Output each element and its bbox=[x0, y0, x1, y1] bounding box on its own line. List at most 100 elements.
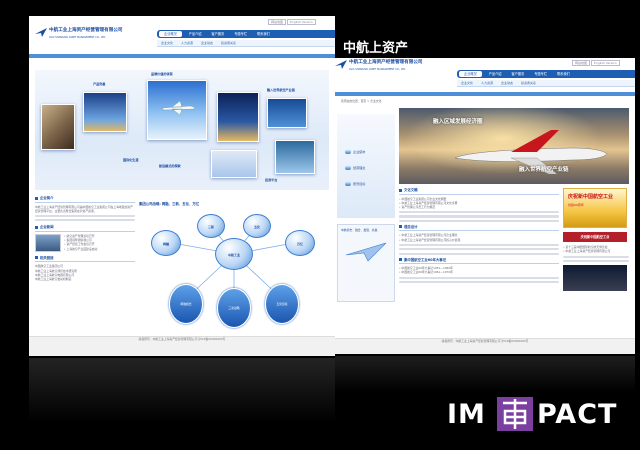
sitemap-link[interactable]: 网站地图 bbox=[268, 19, 287, 25]
company-intro-text: 中航工业上海资产经营管理有限公司是中国航空工业集团公司在上海地区的资产经营管理平… bbox=[35, 204, 133, 213]
logo-en-text: AVIC SHANGHAI ASSET MANAGEMENT CO., LTD. bbox=[349, 68, 406, 71]
subnav-culture[interactable]: 企业文化 bbox=[457, 80, 477, 87]
section-title: 集中国航空工业60年大事记 bbox=[404, 257, 447, 262]
ad-bar[interactable]: 庆祝新中国航空工业 bbox=[563, 232, 627, 242]
section-line[interactable]: • 中航工业上海资产经营管理有限公司核心价值观 bbox=[399, 238, 559, 242]
banner-label-1: 产品完善 bbox=[93, 82, 106, 86]
project-caption: 中航上资产 bbox=[343, 41, 409, 56]
anniversary-ad[interactable]: 庆祝新中国航空工业 创建60周年 bbox=[563, 188, 627, 228]
banner-tile-night bbox=[217, 92, 259, 142]
banner-tile-bridge bbox=[275, 140, 315, 174]
nav-item-contact[interactable]: 联系我们 bbox=[552, 70, 575, 78]
ad-subtitle: 创建60周年 bbox=[568, 203, 584, 207]
news-thumbnail[interactable] bbox=[35, 233, 61, 252]
banner-tile-port bbox=[267, 98, 307, 128]
hero-banner: 产品完善 品牌价值的体现 国际化生涯 融入世界航空产业链 航运模式的探索 投资平… bbox=[35, 70, 329, 190]
nav-item-overview[interactable]: 企业概况 bbox=[459, 71, 482, 77]
side-menu-item[interactable]: 经营理念 bbox=[345, 166, 365, 171]
section-line[interactable]: • 中国航空工业60年大事记1961—1970年 bbox=[399, 270, 559, 274]
bullet-icon bbox=[345, 166, 351, 170]
ad-title: 庆祝新中国航空工业 bbox=[568, 194, 614, 200]
diagram-center: 中航工业 bbox=[215, 238, 253, 270]
diagram-oval: 五化目标 bbox=[265, 284, 299, 324]
right-column: 庆祝新中国航空工业 创建60周年 庆祝新中国航空工业 • 第十三届中国国际航空航… bbox=[563, 188, 629, 291]
english-link[interactable]: English Version bbox=[287, 19, 316, 25]
brand-left-text: IM bbox=[447, 399, 486, 430]
subnav-hr[interactable]: 人力资源 bbox=[177, 40, 197, 47]
top-links: 网站地图 English Version bbox=[571, 60, 620, 66]
sub-nav: 企业文化 人力资源 企业动态 投资者关系 bbox=[157, 40, 335, 47]
homepage-mockup: 中航工业上海资产经营管理有限公司 AVIC SHANGHAI ASSET MAN… bbox=[29, 16, 335, 356]
diagram-oval: 两融模式 bbox=[169, 284, 203, 324]
site-logo[interactable]: 中航工业上海资产经营管理有限公司 AVIC SHANGHAI ASSET MAN… bbox=[35, 26, 163, 50]
right-reflection bbox=[335, 356, 635, 392]
side-menu-item[interactable]: 愿景目标 bbox=[345, 182, 365, 187]
inner-page-mockup: 中航工业上海资产经营管理有限公司 AVIC SHANGHAI ASSET MAN… bbox=[335, 58, 635, 354]
video-thumbnail[interactable] bbox=[563, 264, 627, 291]
news-block: • 航空资产管理论坛召开 • 集团领导视察我公司 • 资产经营工作会议召开 • … bbox=[35, 233, 135, 252]
bullet-icon bbox=[345, 150, 351, 154]
diagram-node: 万亿 bbox=[285, 230, 315, 256]
culture-banner: 融入区域发展经济圈 融入世界航空产业链 bbox=[399, 108, 629, 184]
subnav-investors[interactable]: 投资者关系 bbox=[517, 80, 540, 87]
banner-label-6: 投资平台 bbox=[265, 178, 278, 182]
nav-item-service[interactable]: 客户服务 bbox=[207, 30, 230, 38]
right-link[interactable]: • 中航工业上海资产经营管理有限公司 bbox=[563, 249, 629, 253]
banner-label-2: 品牌价值的体现 bbox=[151, 72, 173, 76]
company-intro-title: 企业简介 bbox=[40, 196, 54, 200]
news-title: 企业新闻 bbox=[40, 225, 54, 230]
airplane-icon bbox=[161, 101, 195, 115]
main-nav: 企业概况 产品介绍 客户服务 专题专栏 联系我们 bbox=[457, 70, 635, 78]
sitemap-link[interactable]: 网站地图 bbox=[572, 60, 591, 66]
section-line[interactable]: • 资产管理公司员工行为规范 bbox=[399, 205, 559, 209]
impact-logo: IM PACT bbox=[447, 395, 627, 435]
subnav-investors[interactable]: 投资者关系 bbox=[217, 40, 240, 47]
banner-label-4: 融入世界航空产业链 bbox=[267, 88, 295, 92]
section-title: 理念设计 bbox=[404, 224, 418, 229]
brand-mark-icon bbox=[497, 397, 533, 431]
subnav-news[interactable]: 企业动态 bbox=[197, 40, 217, 47]
nav-item-products[interactable]: 产品介绍 bbox=[484, 70, 507, 78]
header-band bbox=[29, 54, 335, 58]
side-card-text: 中航标志：融合、发展、共赢 bbox=[341, 228, 378, 232]
plane-logo-icon bbox=[35, 28, 47, 37]
content-column: 文化文稿 • 中国航空工业集团公司企业文化纲要 • 中航工业上海资产经营管理有限… bbox=[399, 188, 559, 285]
subnav-hr[interactable]: 人力资源 bbox=[477, 80, 497, 87]
banner-text-2: 融入世界航空产业链 bbox=[519, 167, 569, 173]
nav-item-products[interactable]: 产品介绍 bbox=[184, 30, 207, 38]
banner-text-1: 融入区域发展经济圈 bbox=[433, 119, 483, 125]
plane-logo-icon bbox=[335, 60, 347, 69]
related-link[interactable]: 中航工业上海航空发动机制造 bbox=[35, 277, 135, 281]
bullet-icon bbox=[345, 182, 351, 186]
diagram-node: 三新 bbox=[197, 214, 225, 238]
side-card: 中航标志：融合、发展、共赢 bbox=[337, 224, 395, 302]
english-link[interactable]: English Version bbox=[591, 60, 620, 66]
side-menu-item[interactable]: 企业使命 bbox=[345, 150, 365, 155]
breadcrumb: 您现在的位置：首页 > 企业文化 bbox=[341, 99, 382, 103]
diagram-node: 五化 bbox=[243, 214, 271, 238]
diagram-node: 两融 bbox=[151, 230, 181, 256]
left-footer-text: 版权所有：中航工业上海资产经营管理有限公司 沪ICP备05000000号 bbox=[138, 337, 226, 341]
nav-item-contact[interactable]: 联系我们 bbox=[252, 30, 275, 38]
banner-label-3: 国际化生涯 bbox=[123, 158, 139, 162]
left-footer: 版权所有：中航工业上海资产经营管理有限公司 沪ICP备05000000号 bbox=[29, 336, 335, 356]
header-band bbox=[335, 92, 635, 96]
nav-item-service[interactable]: 客户服务 bbox=[507, 70, 530, 78]
section-title: 文化文稿 bbox=[404, 188, 418, 192]
subnav-culture[interactable]: 企业文化 bbox=[157, 40, 177, 47]
right-footer-text: 版权所有：中航工业上海资产经营管理有限公司 沪ICP备05000000号 bbox=[441, 339, 529, 343]
banner-tile-staff bbox=[41, 104, 75, 150]
brand-right-text: PACT bbox=[537, 399, 618, 430]
right-footer: 版权所有：中航工业上海资产经营管理有限公司 沪ICP备05000000号 bbox=[335, 338, 635, 354]
side-menu: 企业使命 经营理念 愿景目标 bbox=[337, 114, 395, 218]
nav-item-topics[interactable]: 专题专栏 bbox=[529, 70, 552, 78]
logo-en-text: AVIC SHANGHAI ASSET MANAGEMENT CO., LTD. bbox=[49, 36, 106, 39]
top-links: 网站地图 English Version bbox=[267, 19, 316, 25]
nav-item-overview[interactable]: 企业概况 bbox=[159, 31, 182, 37]
subnav-news[interactable]: 企业动态 bbox=[497, 80, 517, 87]
banner-label-5: 航运模式的探索 bbox=[159, 164, 181, 168]
strategy-diagram: 集团公司战略: 两融、三新、五化、万亿 两融 三新 五化 万亿 中航工业 两融模… bbox=[139, 202, 329, 332]
banner-tile-city bbox=[83, 92, 127, 132]
nav-item-topics[interactable]: 专题专栏 bbox=[229, 30, 252, 38]
logo-cn-text: 中航工业上海资产经营管理有限公司 bbox=[49, 28, 123, 33]
